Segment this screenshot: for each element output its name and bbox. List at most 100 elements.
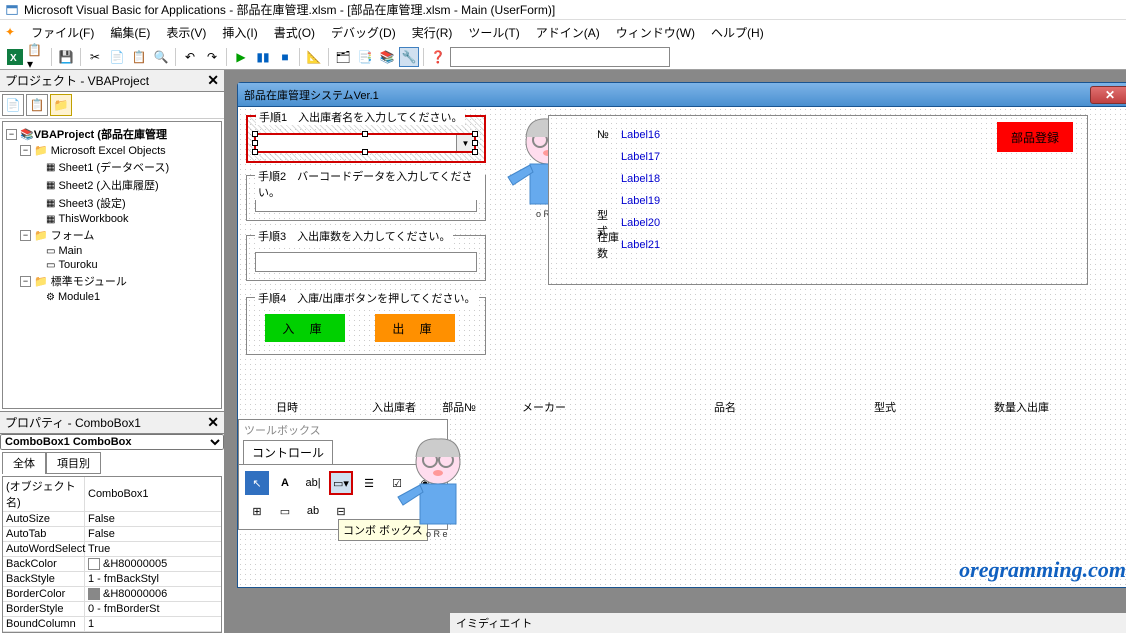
menu-file[interactable]: ファイル(F) xyxy=(23,22,102,43)
tb-toolbox-icon[interactable]: 🔧 xyxy=(399,47,419,67)
prop-val[interactable]: &H80000006 xyxy=(85,587,221,601)
tool-select-icon[interactable]: ↖ xyxy=(245,471,269,495)
tb-help-icon[interactable]: ❓ xyxy=(428,47,448,67)
frame-step4[interactable]: 手順4 入庫/出庫ボタンを押してください。 入 庫 出 庫 xyxy=(246,297,486,355)
prop-val[interactable]: False xyxy=(85,512,221,526)
form-icon: ▭ xyxy=(46,260,55,271)
menu-addins[interactable]: アドイン(A) xyxy=(528,22,608,43)
frame-step3[interactable]: 手順3 入出庫数を入力してください。 xyxy=(246,235,486,281)
tb-excel-icon[interactable]: X xyxy=(5,47,25,67)
tree-modules[interactable]: 標準モジュール xyxy=(51,273,127,289)
immediate-window-title[interactable]: イミディエイト xyxy=(450,612,1126,633)
info-val: Label16 xyxy=(621,129,660,141)
prop-val[interactable]: 1 xyxy=(85,617,221,631)
tree-forms[interactable]: フォーム xyxy=(51,227,95,243)
userform-designer[interactable]: 部品在庫管理システムVer.1 ✕ 手順1 入出庫者名を入力してください。 ▼ xyxy=(237,82,1126,588)
tb-cut-icon[interactable]: ✂ xyxy=(85,47,105,67)
tb-dropdown[interactable] xyxy=(450,47,670,67)
frame-step1[interactable]: 手順1 入出庫者名を入力してください。 ▼ xyxy=(246,115,486,163)
tb-browser-icon[interactable]: 📚 xyxy=(377,47,397,67)
tool-toggle-icon[interactable]: ⊞ xyxy=(245,499,269,523)
tree-sheet2[interactable]: Sheet2 (入出庫履歴) xyxy=(58,177,158,193)
proj-folder-icon[interactable]: 📁 xyxy=(50,94,72,116)
stock-out-button[interactable]: 出 庫 xyxy=(375,314,455,342)
tb-find-icon[interactable]: 🔍 xyxy=(151,47,171,67)
tool-textbox-icon[interactable]: ab| xyxy=(301,471,325,495)
prop-grid[interactable]: (オブジェクト名)ComboBox1 AutoSizeFalse AutoTab… xyxy=(2,476,222,633)
project-tree[interactable]: −📚 VBAProject (部品在庫管理 −📁Microsoft Excel … xyxy=(2,121,222,409)
prop-val[interactable]: False xyxy=(85,527,221,541)
tb-redo-icon[interactable]: ↷ xyxy=(202,47,222,67)
expander-icon[interactable]: − xyxy=(20,145,31,156)
menu-debug[interactable]: デバッグ(D) xyxy=(323,22,404,43)
prop-val[interactable]: 1 - fmBackStyl xyxy=(85,572,221,586)
proj-view-code-icon[interactable]: 📄 xyxy=(2,94,24,116)
menu-insert[interactable]: 挿入(I) xyxy=(214,22,265,43)
prop-tab-all[interactable]: 全体 xyxy=(2,452,46,474)
tree-form-main[interactable]: Main xyxy=(58,245,82,257)
project-close-icon[interactable]: ✕ xyxy=(207,72,219,89)
tb-stop-icon[interactable]: ■ xyxy=(275,47,295,67)
prop-val[interactable]: True xyxy=(85,542,221,556)
tb-copy-icon[interactable]: 📄 xyxy=(107,47,127,67)
expander-icon[interactable]: − xyxy=(20,276,31,287)
frame-step2[interactable]: 手順2 バーコードデータを入力してください。 xyxy=(246,175,486,221)
tb-properties-icon[interactable]: 📑 xyxy=(355,47,375,67)
tree-excel-objects[interactable]: Microsoft Excel Objects xyxy=(51,145,166,157)
info-val: Label17 xyxy=(621,151,660,163)
folder-icon: 📁 xyxy=(34,229,48,242)
menu-edit[interactable]: 編集(E) xyxy=(102,22,158,43)
tb-pause-icon[interactable]: ▮▮ xyxy=(253,47,273,67)
tb-design-icon[interactable]: 📐 xyxy=(304,47,324,67)
tool-frame-icon[interactable]: ▭ xyxy=(273,499,297,523)
project-panel-title: プロジェクト - VBAProject xyxy=(5,72,149,89)
expander-icon[interactable]: − xyxy=(20,230,31,241)
expander-icon[interactable]: − xyxy=(6,129,17,140)
menu-format[interactable]: 書式(O) xyxy=(266,22,323,43)
tree-form-touroku[interactable]: Touroku xyxy=(58,259,97,271)
sheet-icon: ▦ xyxy=(46,198,55,209)
module-icon: ⚙ xyxy=(46,292,55,303)
tb-run-icon[interactable]: ▶ xyxy=(231,47,251,67)
tool-button-icon[interactable]: ab xyxy=(301,499,325,523)
prop-tab-cat[interactable]: 項目別 xyxy=(46,452,101,474)
tree-module1[interactable]: Module1 xyxy=(58,291,100,303)
prop-name: BoundColumn xyxy=(3,617,85,631)
form-title: 部品在庫管理システムVer.1 xyxy=(244,87,1090,103)
menu-window[interactable]: ウィンドウ(W) xyxy=(608,22,703,43)
proj-view-object-icon[interactable]: 📋 xyxy=(26,94,48,116)
menu-run[interactable]: 実行(R) xyxy=(404,22,461,43)
tb-paste-icon[interactable]: 📋 xyxy=(129,47,149,67)
quantity-input[interactable] xyxy=(255,252,477,272)
avatar-illustration-2: o R e xyxy=(388,427,488,547)
combobox1-selected[interactable]: ▼ xyxy=(254,133,476,153)
menu-help[interactable]: ヘルプ(H) xyxy=(703,22,772,43)
prop-object-select[interactable]: ComboBox1 ComboBox xyxy=(0,434,224,450)
tree-root[interactable]: VBAProject (部品在庫管理 xyxy=(34,126,167,142)
tb-project-icon[interactable]: 🗂 xyxy=(333,47,353,67)
vba-project-icon: 📚 xyxy=(20,128,34,141)
info-label: 在庫数 xyxy=(557,229,621,261)
menu-tools[interactable]: ツール(T) xyxy=(460,22,527,43)
menu-view[interactable]: 表示(V) xyxy=(158,22,214,43)
tool-label-icon[interactable]: A xyxy=(273,471,297,495)
tb-insert-icon[interactable]: 📋▾ xyxy=(27,47,47,67)
toolbox-tab-controls[interactable]: コントロール xyxy=(243,440,333,464)
tb-save-icon[interactable]: 💾 xyxy=(56,47,76,67)
prop-val[interactable]: &H80000005 xyxy=(85,557,221,571)
tb-undo-icon[interactable]: ↶ xyxy=(180,47,200,67)
tree-sheet3[interactable]: Sheet3 (設定) xyxy=(58,195,125,211)
prop-val[interactable]: 0 - fmBorderSt xyxy=(85,602,221,616)
form-close-icon[interactable]: ✕ xyxy=(1090,86,1126,104)
prop-name: BorderStyle xyxy=(3,602,85,616)
prop-val[interactable]: ComboBox1 xyxy=(85,477,221,511)
tool-combobox-icon[interactable]: ▭▾ xyxy=(329,471,353,495)
stock-in-button[interactable]: 入 庫 xyxy=(265,314,345,342)
frame1-label: 手順1 入出庫者名を入力してください。 xyxy=(256,109,465,125)
register-button[interactable]: 部品登録 xyxy=(997,122,1073,152)
tree-sheet1[interactable]: Sheet1 (データベース) xyxy=(58,159,169,175)
prop-close-icon[interactable]: ✕ xyxy=(207,414,219,431)
tree-workbook[interactable]: ThisWorkbook xyxy=(58,213,128,225)
menubar: ✦ ファイル(F) 編集(E) 表示(V) 挿入(I) 書式(O) デバッグ(D… xyxy=(0,20,1126,44)
tool-listbox-icon[interactable]: ☰ xyxy=(357,471,381,495)
